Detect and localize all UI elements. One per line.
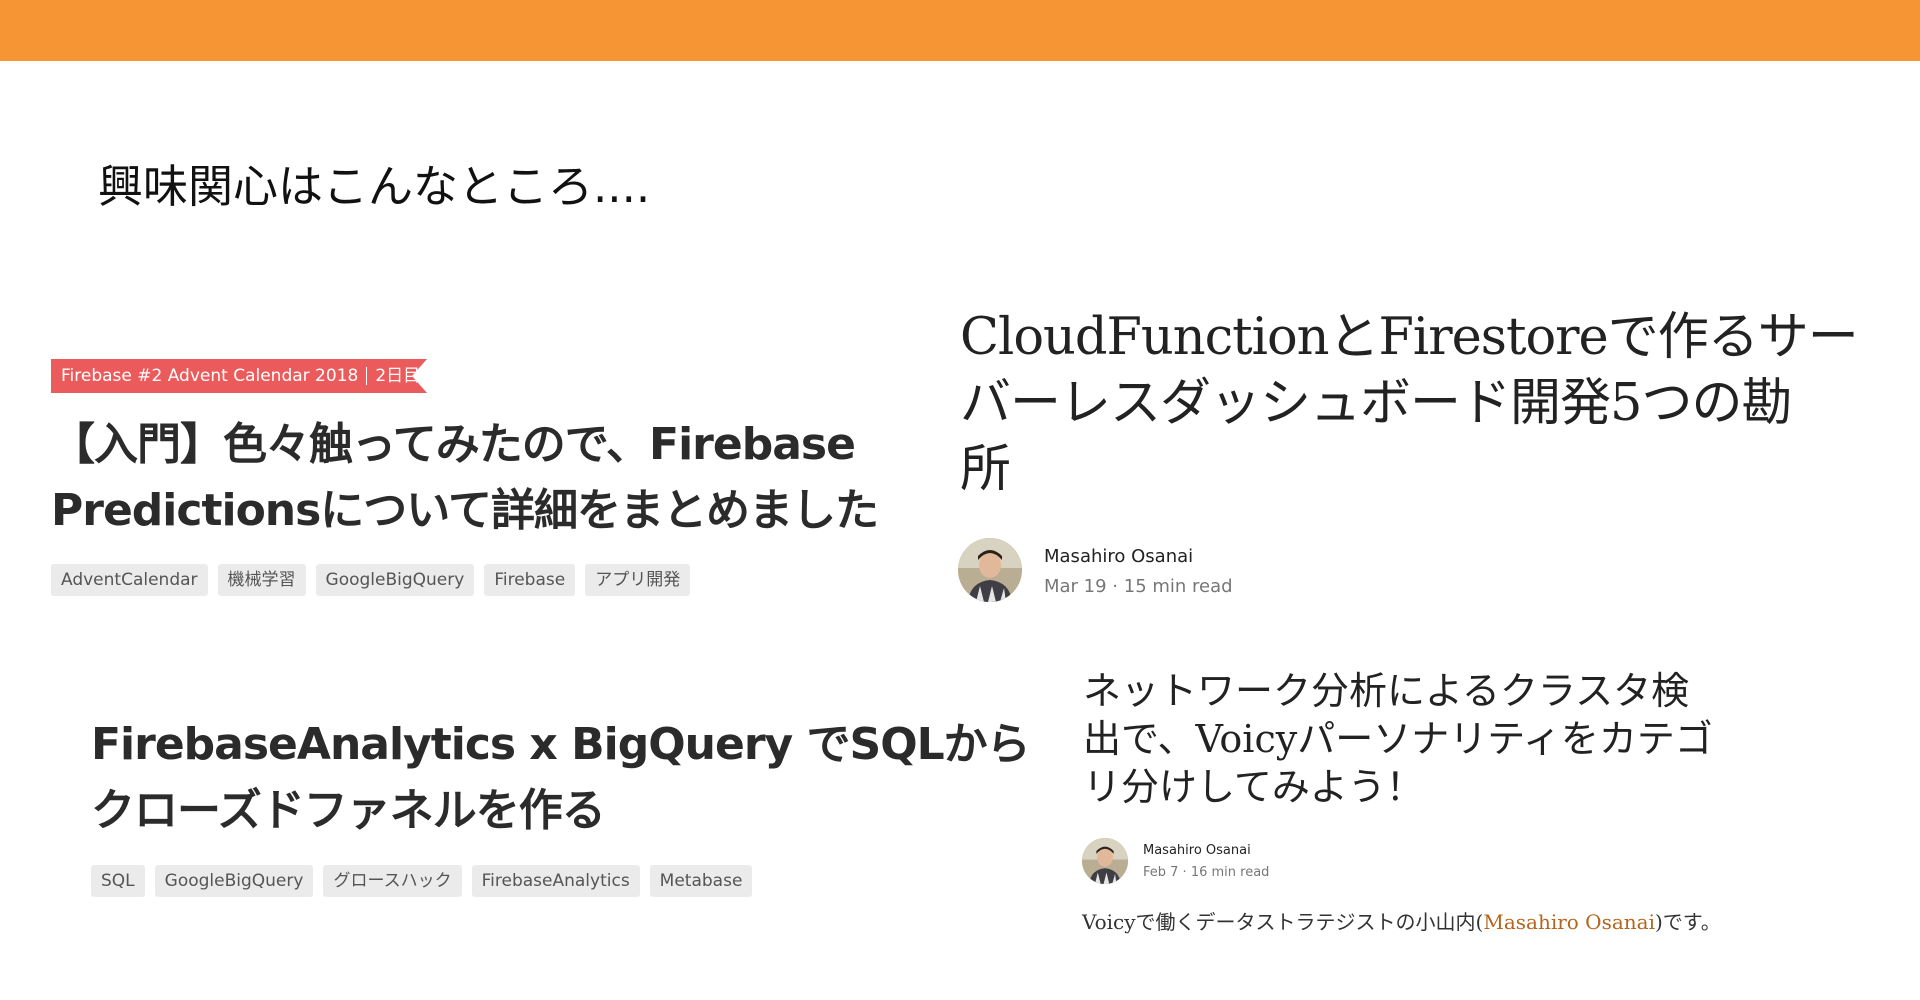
- title-line: バーレスダッシュボード開発5つの勘: [960, 374, 1792, 433]
- person-avatar-icon: [1082, 838, 1128, 884]
- tag-metabase[interactable]: Metabase: [649, 865, 753, 897]
- title-line: ネットワーク分析によるクラスタ検: [1083, 669, 1690, 713]
- title-line: FirebaseAnalytics x BigQuery でSQLから: [91, 719, 1031, 770]
- person-avatar-icon: [958, 538, 1022, 602]
- avatar[interactable]: [958, 538, 1022, 602]
- tag-machine-learning[interactable]: 機械学習: [217, 564, 306, 596]
- title-line: CloudFunctionとFirestoreで作るサー: [960, 308, 1859, 367]
- author-name[interactable]: Masahiro Osanai: [1143, 843, 1251, 858]
- publish-meta: Feb 7 · 16 min read: [1143, 865, 1270, 880]
- article-excerpt: Voicyで働くデータストラテジストの小山内(Masahiro Osanai)で…: [1082, 906, 1721, 935]
- title-line: 出で、Voicyパーソナリティをカテゴ: [1083, 717, 1713, 761]
- tag-app-development[interactable]: アプリ開発: [585, 564, 691, 596]
- article-title-network-analysis[interactable]: ネットワーク分析によるクラスタ検 出で、Voicyパーソナリティをカテゴ リ分け…: [1083, 667, 1783, 811]
- article-title-serverless-dashboard[interactable]: CloudFunctionとFirestoreで作るサー バーレスダッシュボード…: [960, 305, 1865, 503]
- title-line: 【入門】色々触ってみたので、Firebase: [51, 419, 856, 470]
- avatar[interactable]: [1082, 838, 1128, 884]
- tag-sql[interactable]: SQL: [91, 865, 145, 897]
- title-line: クローズドファネルを作る: [91, 785, 606, 836]
- tag-google-bigquery[interactable]: GoogleBigQuery: [315, 564, 475, 596]
- tag-list: AdventCalendar 機械学習 GoogleBigQuery Fireb…: [51, 564, 691, 596]
- advent-calendar-ribbon[interactable]: Firebase #2 Advent Calendar 2018 2日目: [51, 359, 427, 393]
- tag-growth-hack[interactable]: グロースハック: [323, 865, 462, 897]
- ribbon-day: 2日目: [375, 366, 421, 386]
- title-line: Predictionsについて詳細をまとめました: [51, 485, 879, 536]
- excerpt-text: Voicyで働くデータストラテジストの小山内(: [1082, 910, 1484, 934]
- tag-list: SQL GoogleBigQuery グロースハック FirebaseAnaly…: [91, 865, 753, 897]
- author-link[interactable]: Masahiro Osanai: [1483, 910, 1655, 934]
- author-name[interactable]: Masahiro Osanai: [1044, 546, 1193, 567]
- title-line: リ分けしてみよう！: [1083, 765, 1424, 809]
- tag-advent-calendar[interactable]: AdventCalendar: [51, 564, 208, 596]
- ribbon-calendar-name: Firebase #2 Advent Calendar 2018: [61, 366, 359, 386]
- top-accent-bar: [0, 0, 1920, 61]
- title-line: 所: [960, 440, 1011, 499]
- ribbon-separator: [366, 367, 368, 385]
- article-title-firebase-predictions[interactable]: 【入門】色々触ってみたので、Firebase Predictionsについて詳細…: [51, 412, 901, 544]
- tag-firebase-analytics[interactable]: FirebaseAnalytics: [471, 865, 640, 897]
- excerpt-text: )です。: [1654, 910, 1721, 934]
- slide-title: 興味関心はこんなところ....: [98, 160, 651, 213]
- publish-meta: Mar 19 · 15 min read: [1044, 576, 1233, 597]
- article-title-closed-funnel[interactable]: FirebaseAnalytics x BigQuery でSQLから クローズ…: [91, 712, 1031, 844]
- tag-firebase[interactable]: Firebase: [484, 564, 576, 596]
- tag-google-bigquery[interactable]: GoogleBigQuery: [154, 865, 314, 897]
